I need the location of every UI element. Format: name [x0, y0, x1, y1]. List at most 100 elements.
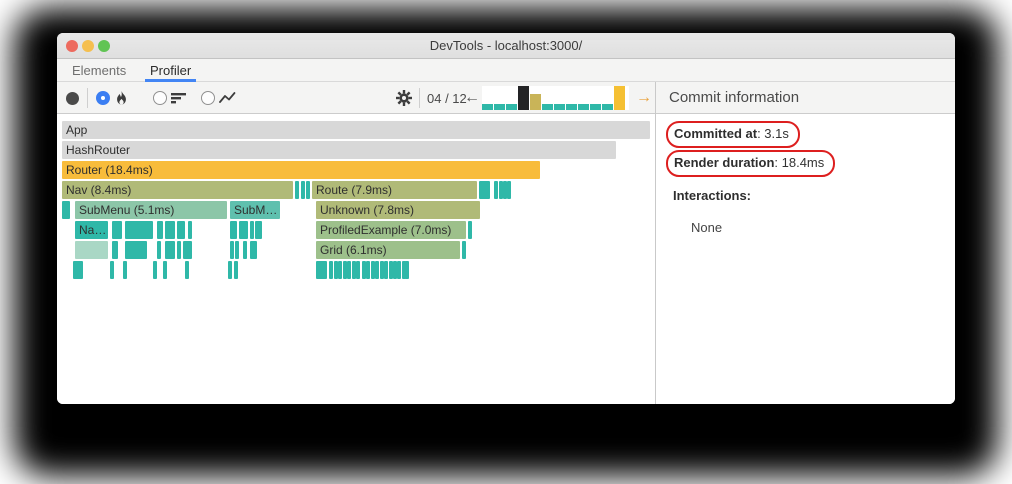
tab-profiler[interactable]: Profiler — [145, 62, 197, 82]
flame-bar[interactable] — [157, 221, 163, 239]
commit-bar-10[interactable] — [590, 104, 601, 110]
flame-bar[interactable] — [112, 241, 118, 259]
flame-bar-route[interactable]: Route (7.9ms) — [312, 181, 477, 199]
flame-bar[interactable] — [165, 241, 175, 259]
flame-bar[interactable] — [479, 181, 490, 199]
commit-bar-6[interactable] — [542, 104, 553, 110]
flame-bar-router[interactable]: Router (18.4ms) — [62, 161, 540, 179]
commit-bar-3[interactable] — [506, 104, 517, 110]
flame-bar-nav[interactable]: Nav (8.4ms) — [62, 181, 293, 199]
commit-bar-4[interactable] — [518, 86, 529, 110]
flame-bar[interactable] — [243, 241, 247, 259]
flame-bar-na[interactable]: Na… — [75, 221, 108, 239]
flame-bar-subm[interactable]: SubM… — [230, 201, 280, 219]
commit-bar-11[interactable] — [602, 104, 613, 110]
flame-bar[interactable] — [75, 241, 108, 259]
flame-bar[interactable] — [366, 261, 370, 279]
ranked-view-button[interactable] — [171, 82, 187, 114]
commit-bar-chart — [482, 86, 629, 110]
flame-bar[interactable] — [163, 261, 167, 279]
flame-bar[interactable] — [157, 241, 161, 259]
flame-bar[interactable] — [112, 221, 122, 239]
flame-bar-unknown[interactable]: Unknown (7.8ms) — [316, 201, 480, 219]
flame-bar-profiledexample[interactable]: ProfiledExample (7.0ms) — [316, 221, 466, 239]
interactions-view-button[interactable] — [219, 82, 236, 114]
title-bar[interactable]: DevTools - localhost:3000/ — [57, 33, 955, 59]
flame-bar[interactable] — [250, 241, 257, 259]
flame-bar[interactable] — [462, 241, 466, 259]
flame-bar-grid[interactable]: Grid (6.1ms) — [316, 241, 460, 259]
flame-bar[interactable] — [234, 261, 238, 279]
flame-bar[interactable] — [62, 201, 70, 219]
flame-bar[interactable] — [153, 261, 157, 279]
flame-bar[interactable] — [255, 221, 262, 239]
flamegraph-view-button[interactable] — [114, 82, 129, 114]
commit-bar-9[interactable] — [578, 104, 589, 110]
commit-bar-7[interactable] — [554, 104, 565, 110]
flame-bar[interactable] — [73, 261, 83, 279]
stage: DevTools - localhost:3000/ Elements Prof… — [0, 0, 1012, 484]
settings-button[interactable] — [396, 82, 412, 114]
interactions-radio[interactable] — [201, 82, 215, 114]
flame-bar[interactable] — [384, 261, 388, 279]
commit-bar-12[interactable] — [614, 86, 625, 110]
flame-bar[interactable] — [230, 221, 237, 239]
flame-bar[interactable] — [316, 261, 327, 279]
flame-bar[interactable] — [230, 241, 234, 259]
flame-bar[interactable] — [185, 261, 189, 279]
tab-elements[interactable]: Elements — [72, 62, 126, 82]
flame-bar-hashrouter[interactable]: HashRouter — [62, 141, 616, 159]
flame-bar[interactable] — [110, 261, 114, 279]
commit-bar-8[interactable] — [566, 104, 577, 110]
commit-counter: 04 / 12 — [427, 90, 467, 106]
flame-bar[interactable] — [228, 261, 232, 279]
flame-bar[interactable] — [165, 221, 175, 239]
next-commit-button[interactable]: → — [636, 82, 652, 114]
flame-bar[interactable] — [338, 261, 342, 279]
prev-commit-button[interactable]: ← — [464, 82, 480, 114]
committed-at-line: Committed at: 3.1s — [674, 126, 789, 141]
flame-bar[interactable] — [405, 261, 409, 279]
commit-bar-1[interactable] — [482, 104, 493, 110]
flame-bar[interactable] — [329, 261, 333, 279]
flame-bar[interactable] — [123, 261, 127, 279]
interactions-icon — [219, 92, 236, 103]
gear-icon — [396, 90, 412, 106]
flame-bar[interactable] — [507, 181, 511, 199]
flame-bar[interactable] — [468, 221, 472, 239]
ranked-icon — [171, 93, 186, 104]
flame-bar[interactable] — [125, 221, 153, 239]
render-duration-value: : 18.4ms — [774, 155, 825, 170]
committed-at-annotation: Committed at: 3.1s — [666, 121, 800, 148]
flame-bar-app[interactable]: App — [62, 121, 650, 139]
flame-bar[interactable] — [301, 181, 305, 199]
flame-bar-submenu[interactable]: SubMenu (5.1ms) — [75, 201, 227, 219]
radio-selected-icon — [96, 91, 110, 105]
flame-bar[interactable] — [494, 181, 498, 199]
flame-bar[interactable] — [250, 221, 254, 239]
flame-bar[interactable] — [183, 241, 192, 259]
toolbar-separator — [419, 88, 420, 108]
flame-bar[interactable] — [177, 221, 185, 239]
flame-bar[interactable] — [125, 241, 147, 259]
flame-bar[interactable] — [295, 181, 299, 199]
commit-bar-5[interactable] — [530, 94, 541, 110]
profiler-toolbar: 04 / 12 ← → — [57, 82, 655, 114]
flame-bar[interactable] — [177, 241, 181, 259]
flame-bar[interactable] — [306, 181, 310, 199]
record-icon — [66, 91, 79, 105]
flame-bar[interactable] — [347, 261, 351, 279]
flamegraph-radio[interactable] — [96, 82, 110, 114]
commit-info-body: Committed at: 3.1s Render duration: 18.4… — [656, 114, 955, 240]
commit-bar-2[interactable] — [494, 104, 505, 110]
record-button[interactable] — [66, 82, 79, 114]
ranked-radio[interactable] — [153, 82, 167, 114]
flame-bar[interactable] — [356, 261, 360, 279]
render-duration-line: Render duration: 18.4ms — [674, 155, 824, 170]
flame-bar[interactable] — [188, 221, 192, 239]
flame-bar[interactable] — [239, 221, 248, 239]
committed-at-label: Committed at — [674, 126, 758, 141]
flame-bar[interactable] — [375, 261, 379, 279]
flame-bar[interactable] — [397, 261, 401, 279]
flame-bar[interactable] — [235, 241, 239, 259]
